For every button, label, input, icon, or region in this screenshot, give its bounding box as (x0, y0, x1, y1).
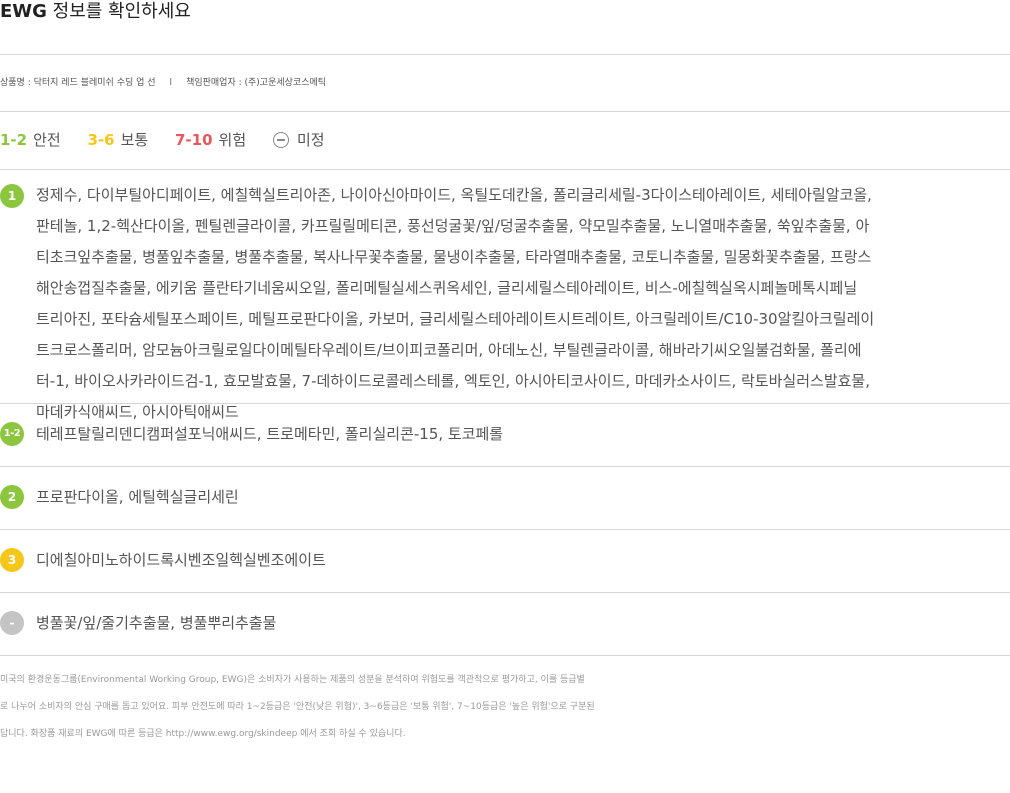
product-info-row: 상품명 : 닥터지 레드 블레미쉬 수딩 업 선 l 책임판매업자 : (주)고운세… (0, 55, 1010, 111)
ingredient-line: 터-1, 바이오사카라이드검-1, 효모발효물, 7-데하이드로콜레스테롤, 엑… (36, 372, 870, 390)
legend-item-safe: 1-2 안전 (0, 112, 61, 169)
legend-label: 미정 (296, 131, 325, 149)
ingredient-list: 프로판다이올, 에틸헥실글리세린 (36, 488, 239, 506)
ewg-description: 미국의 환경운동그룹(Environmental Working Group, … (0, 656, 1010, 748)
ingredient-list: 병풀꽃/잎/줄기추출물, 병풀뿌리추출물 (36, 614, 277, 632)
legend-range: 1-2 (0, 131, 28, 149)
seller-name: 책임판매업자 : (주)고운세상코스메틱 (186, 78, 327, 88)
product-name: 상품명 : 닥터지 레드 블레미쉬 수딩 업 선 (0, 78, 156, 88)
grade-legend: 1-2 안전 3-6 보통 7-10 위험 미정 (0, 112, 1010, 169)
description-line: 답니다. 화장품 재료의 EWG에 따른 등급은 http://www.ewg.… (0, 729, 406, 739)
ingredient-line: 판테놀, 1,2-헥산다이올, 펜틸렌글라이콜, 카프릴릴메티콘, 풍선덩굴꽃/… (36, 217, 870, 235)
grade-badge: 1-2 (0, 422, 24, 446)
info-separator: l (169, 78, 173, 88)
grade-group-2: 2 프로판다이올, 에틸헥실글리세린 (0, 467, 1010, 529)
ingredient-list: 정제수, 다이부틸아디페이트, 에칠헥실트리아존, 나이아신아마이드, 옥틸도데… (36, 180, 874, 428)
grade-group-1: 1 정제수, 다이부틸아디페이트, 에칠헥실트리아존, 나이아신아마이드, 옥틸… (0, 170, 1010, 421)
legend-range: 7-10 (175, 131, 213, 149)
legend-label: 위험 (218, 131, 247, 149)
grade-group-undetermined: - 병풀꽃/잎/줄기추출물, 병풀뿌리추출물 (0, 593, 1010, 655)
legend-item-undetermined: 미정 (272, 112, 325, 169)
ingredient-line: 트리아진, 포타슘세틸포스페이트, 메틸프로판다이올, 카보머, 글리세릴스테아… (36, 310, 875, 328)
grade-group-3: 3 디에칠아미노하이드록시벤조일헥실벤조에이트 (0, 530, 1010, 592)
legend-item-moderate: 3-6 보통 (88, 112, 149, 169)
page-title-ko: 정보를 확인하세요 (46, 1, 191, 22)
ingredient-line: 티초크잎추출물, 병풀잎추출물, 병풀추출물, 복사나무꽃추출물, 물냉이추출물… (36, 248, 872, 266)
minus-circle-icon (272, 132, 289, 148)
ingredient-list: 디에칠아미노하이드록시벤조일헥실벤조에이트 (36, 551, 326, 569)
ewg-panel: EWG 정보를 확인하세요 상품명 : 닥터지 레드 블레미쉬 수딩 업 선 l 책… (0, 0, 1010, 748)
legend-item-danger: 7-10 위험 (175, 112, 246, 169)
grade-badge: - (0, 611, 24, 635)
ingredient-line: 해안송껍질추출물, 에키움 플란타기네움씨오일, 폴리메틸실세스퀴옥세인, 글리… (36, 279, 858, 297)
description-line: 로 나누어 소비자의 안심 구매를 돕고 있어요. 피부 안전도에 따라 1~2… (0, 702, 595, 712)
ingredient-line: 트크로스폴리머, 암모늄아크릴로일다이메틸타우레이트/브이피코폴리머, 아데노신… (36, 341, 862, 359)
legend-label: 안전 (33, 131, 61, 149)
description-line: 미국의 환경운동그룹(Environmental Working Group, … (0, 675, 585, 685)
page-title-en: EWG (0, 1, 47, 22)
page-title: EWG 정보를 확인하세요 (0, 0, 1010, 26)
ingredient-list: 테레프탈릴리덴디캠퍼설포닉애씨드, 트로메타민, 폴리실리콘-15, 토코페롤 (36, 425, 504, 443)
ingredient-line: 정제수, 다이부틸아디페이트, 에칠헥실트리아존, 나이아신아마이드, 옥틸도데… (36, 186, 872, 204)
grade-badge: 1 (0, 184, 24, 208)
legend-label: 보통 (120, 131, 149, 149)
grade-badge: 2 (0, 485, 24, 509)
grade-badge: 3 (0, 548, 24, 572)
legend-range: 3-6 (87, 131, 115, 149)
